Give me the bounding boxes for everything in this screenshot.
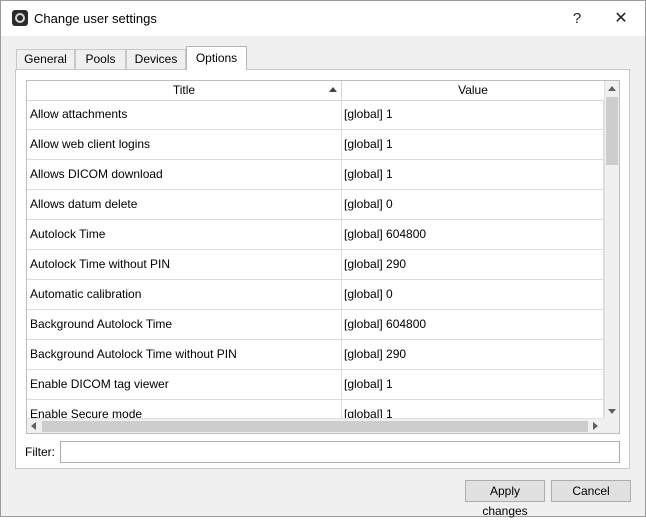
table-body: Allow attachments [global] 1 Allow web c… xyxy=(27,100,604,418)
table-row[interactable]: Background Autolock Time without PIN [gl… xyxy=(27,340,604,370)
row-value[interactable]: [global] 1 xyxy=(342,130,604,159)
vertical-scroll-thumb[interactable] xyxy=(606,97,618,165)
vertical-scrollbar[interactable] xyxy=(604,81,619,418)
table-row[interactable]: Allows datum delete [global] 0 xyxy=(27,190,604,220)
table-row[interactable]: Automatic calibration [global] 0 xyxy=(27,280,604,310)
window-title: Change user settings xyxy=(34,11,157,26)
options-table: Title Value Allow attachments [global] 1… xyxy=(26,80,620,434)
horizontal-scrollbar[interactable] xyxy=(27,418,604,433)
row-value[interactable]: [global] 604800 xyxy=(342,220,604,249)
column-header-value[interactable]: Value xyxy=(342,81,604,100)
row-title: Allow attachments xyxy=(27,100,342,129)
row-title: Autolock Time without PIN xyxy=(27,250,342,279)
close-button[interactable]: ✕ xyxy=(601,1,641,36)
scroll-down-icon[interactable] xyxy=(608,409,616,414)
row-title: Background Autolock Time without PIN xyxy=(27,340,342,369)
sort-ascending-icon xyxy=(329,87,337,92)
row-value[interactable]: [global] 290 xyxy=(342,250,604,279)
filter-input[interactable] xyxy=(60,441,620,463)
row-title: Allows DICOM download xyxy=(27,160,342,189)
row-value[interactable]: [global] 0 xyxy=(342,190,604,219)
tab-general[interactable]: General xyxy=(16,49,75,69)
scrollbar-corner xyxy=(604,418,619,433)
apply-changes-button[interactable]: Apply changes xyxy=(465,480,545,518)
column-header-title[interactable]: Title xyxy=(27,81,342,100)
row-title: Allows datum delete xyxy=(27,190,342,219)
row-value[interactable]: [global] 1 xyxy=(342,370,604,399)
scroll-up-icon[interactable] xyxy=(608,86,616,91)
row-title: Background Autolock Time xyxy=(27,310,342,339)
column-header-title-label: Title xyxy=(172,83,196,97)
table-row[interactable]: Autolock Time without PIN [global] 290 xyxy=(27,250,604,280)
table-row[interactable]: Allow web client logins [global] 1 xyxy=(27,130,604,160)
table-row[interactable]: Allow attachments [global] 1 xyxy=(27,100,604,130)
table-row[interactable]: Enable DICOM tag viewer [global] 1 xyxy=(27,370,604,400)
tab-pools[interactable]: Pools xyxy=(75,49,126,69)
cancel-button[interactable]: Cancel xyxy=(551,480,631,502)
app-icon xyxy=(12,10,28,26)
row-value[interactable]: [global] 1 xyxy=(342,100,604,129)
row-value[interactable]: [global] 0 xyxy=(342,280,604,309)
horizontal-scroll-thumb[interactable] xyxy=(42,421,588,432)
table-row[interactable]: Enable Secure mode [global] 1 xyxy=(27,400,604,418)
title-bar: Change user settings ? ✕ xyxy=(1,1,645,36)
row-value[interactable]: [global] 1 xyxy=(342,400,604,418)
table-row[interactable]: Autolock Time [global] 604800 xyxy=(27,220,604,250)
help-button[interactable]: ? xyxy=(557,1,597,36)
table-header: Title Value xyxy=(27,81,604,101)
table-row[interactable]: Allows DICOM download [global] 1 xyxy=(27,160,604,190)
row-title: Enable Secure mode xyxy=(27,400,342,418)
row-title: Enable DICOM tag viewer xyxy=(27,370,342,399)
row-title: Automatic calibration xyxy=(27,280,342,309)
table-row[interactable]: Background Autolock Time [global] 604800 xyxy=(27,310,604,340)
filter-label: Filter: xyxy=(25,445,55,459)
row-value[interactable]: [global] 604800 xyxy=(342,310,604,339)
tab-options[interactable]: Options xyxy=(186,46,247,70)
tab-devices[interactable]: Devices xyxy=(126,49,186,69)
scroll-right-icon[interactable] xyxy=(593,422,598,430)
row-title: Allow web client logins xyxy=(27,130,342,159)
row-value[interactable]: [global] 290 xyxy=(342,340,604,369)
scroll-left-icon[interactable] xyxy=(31,422,36,430)
row-title: Autolock Time xyxy=(27,220,342,249)
row-value[interactable]: [global] 1 xyxy=(342,160,604,189)
